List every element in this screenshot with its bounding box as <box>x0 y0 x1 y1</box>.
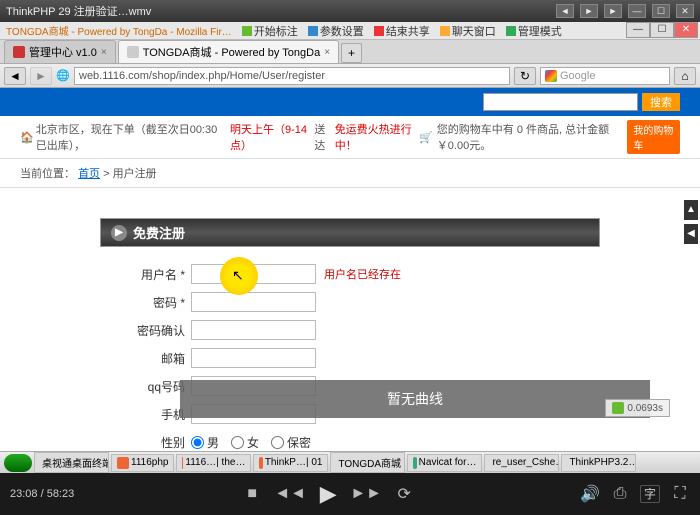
browser-tabstrip: 管理中心 v1.0 × TONGDA商城 - Powered by TongDa… <box>0 40 700 64</box>
menu-end-share[interactable]: 结束共享 <box>374 23 430 39</box>
task-item[interactable]: 1116php <box>111 454 174 472</box>
titlebar-text: ThinkPHP 29 注册验证…wmv <box>6 3 151 19</box>
tab-label: TONGDA商城 - Powered by TongDa <box>143 44 321 60</box>
forward-button[interactable]: ► <box>30 67 52 85</box>
site-header: 搜索 <box>0 88 700 116</box>
breadcrumb-current: 用户注册 <box>113 168 157 180</box>
site-search-button[interactable]: 搜索 <box>642 93 680 111</box>
chart-empty-overlay: 暂无曲线 <box>180 380 650 418</box>
loop-button[interactable]: ⟳ <box>394 484 414 504</box>
minimize-icon[interactable]: — <box>628 4 646 18</box>
tab-tongda-shop[interactable]: TONGDA商城 - Powered by TongDa × <box>118 40 339 63</box>
leaf-icon <box>612 402 624 414</box>
maximize-icon[interactable]: ☐ <box>652 4 670 18</box>
password-confirm-input[interactable] <box>191 320 316 340</box>
chevron-right-icon: ▶ <box>111 225 127 241</box>
nav-next-icon[interactable]: ► <box>604 4 622 18</box>
breadcrumb: 当前位置： 首页 > 用户注册 <box>0 159 700 188</box>
google-icon <box>545 70 557 82</box>
home-button[interactable]: ⌂ <box>674 67 696 85</box>
tab-admin-center[interactable]: 管理中心 v1.0 × <box>4 40 116 63</box>
cursor-icon: ↖ <box>232 267 244 284</box>
task-item[interactable]: 1116…| the… <box>176 454 251 472</box>
task-item[interactable]: re_user_Cshe… <box>484 454 559 472</box>
play-button[interactable]: ▶ <box>318 484 338 504</box>
start-button[interactable] <box>4 454 32 472</box>
task-item[interactable]: ThinkPHP3.2… <box>561 454 636 472</box>
video-titlebar: ThinkPHP 29 注册验证…wmv ◄ ► ► — ☐ ✕ <box>0 0 700 22</box>
tab-add-button[interactable]: + <box>341 43 362 63</box>
tab-label: 管理中心 v1.0 <box>29 44 97 60</box>
breadcrumb-home[interactable]: 首页 <box>78 168 100 180</box>
site-search-input[interactable] <box>483 93 638 111</box>
volume-icon[interactable]: 🔊 <box>580 484 600 504</box>
url-input[interactable]: web.1116.com/shop/index.php/Home/User/re… <box>74 67 510 85</box>
side-up-button[interactable]: ▲ <box>684 200 698 220</box>
inner-maximize[interactable]: ☐ <box>650 22 674 38</box>
task-item[interactable]: ThinkP…| 01 <box>253 454 328 472</box>
menu-param-settings[interactable]: 参数设置 <box>308 23 364 39</box>
task-item[interactable]: 桌视通桌面终端 <box>34 452 109 473</box>
timing-badge: 0.0693s <box>605 399 670 417</box>
gender-male-radio[interactable]: 男 <box>191 434 219 451</box>
cart-icon: 🛒 <box>419 131 433 144</box>
tab-favicon <box>13 46 25 58</box>
video-time: 23:08 / 58:23 <box>0 488 84 500</box>
menu-chat-window[interactable]: 聊天窗口 <box>440 23 496 39</box>
reload-button[interactable]: ↻ <box>514 67 536 85</box>
username-error-hint: 用户名已经存在 <box>324 266 401 282</box>
promo-bar: 🏠 北京市区，现在下单（截至次日00:30已出库）， 明天上午（9-14点） 送… <box>0 116 700 159</box>
email-input[interactable] <box>191 348 316 368</box>
nav-prev-icon[interactable]: ◄ <box>556 4 574 18</box>
tab-close-icon[interactable]: × <box>101 47 107 58</box>
tab-favicon <box>127 46 139 58</box>
menu-start-annotate[interactable]: 开始标注 <box>242 23 298 39</box>
location-icon: 🏠 <box>20 131 34 144</box>
globe-icon: 🌐 <box>56 69 70 82</box>
gender-secret-radio[interactable]: 保密 <box>271 434 311 451</box>
subtitle-button[interactable]: 字 <box>640 485 660 503</box>
task-item[interactable]: Navicat for… <box>407 454 482 472</box>
nav-play-icon[interactable]: ► <box>580 4 598 18</box>
gender-female-radio[interactable]: 女 <box>231 434 259 451</box>
task-item[interactable]: TONGDA商城 -… <box>330 452 405 473</box>
menu-admin-mode[interactable]: 管理模式 <box>506 23 562 39</box>
tab-close-icon[interactable]: × <box>324 47 330 58</box>
side-left-button[interactable]: ◀ <box>684 224 698 244</box>
capture-button[interactable]: ⎙ <box>610 484 630 504</box>
stop-button[interactable]: ■ <box>242 484 262 504</box>
annotation-toolbar: TONGDA商城 - Powered by TongDa - Mozilla F… <box>0 22 700 40</box>
my-cart-button[interactable]: 我的购物车 <box>627 120 680 154</box>
firefox-hint: TONGDA商城 - Powered by TongDa - Mozilla F… <box>6 23 232 38</box>
password-input[interactable] <box>191 292 316 312</box>
address-bar: ◄ ► 🌐 web.1116.com/shop/index.php/Home/U… <box>0 64 700 88</box>
video-controls: 23:08 / 58:23 ■ ◄◄ ▶ ►► ⟳ 🔊 ⎙ 字 ⛶ <box>0 473 700 515</box>
next-button[interactable]: ►► <box>356 484 376 504</box>
close-icon[interactable]: ✕ <box>676 4 694 18</box>
inner-minimize[interactable]: — <box>626 22 650 38</box>
fullscreen-button[interactable]: ⛶ <box>670 484 690 504</box>
back-button[interactable]: ◄ <box>4 67 26 85</box>
windows-taskbar: 桌视通桌面终端 1116php 1116…| the… ThinkP…| 01 … <box>0 451 700 473</box>
cart-summary: 您的购物车中有 0 件商品, 总计金额 ￥0.00元。 <box>437 121 624 153</box>
prev-button[interactable]: ◄◄ <box>280 484 300 504</box>
browser-search-input[interactable]: Google <box>540 67 670 85</box>
register-form-header: ▶ 免费注册 <box>100 218 600 247</box>
inner-close[interactable]: ✕ <box>674 22 698 38</box>
